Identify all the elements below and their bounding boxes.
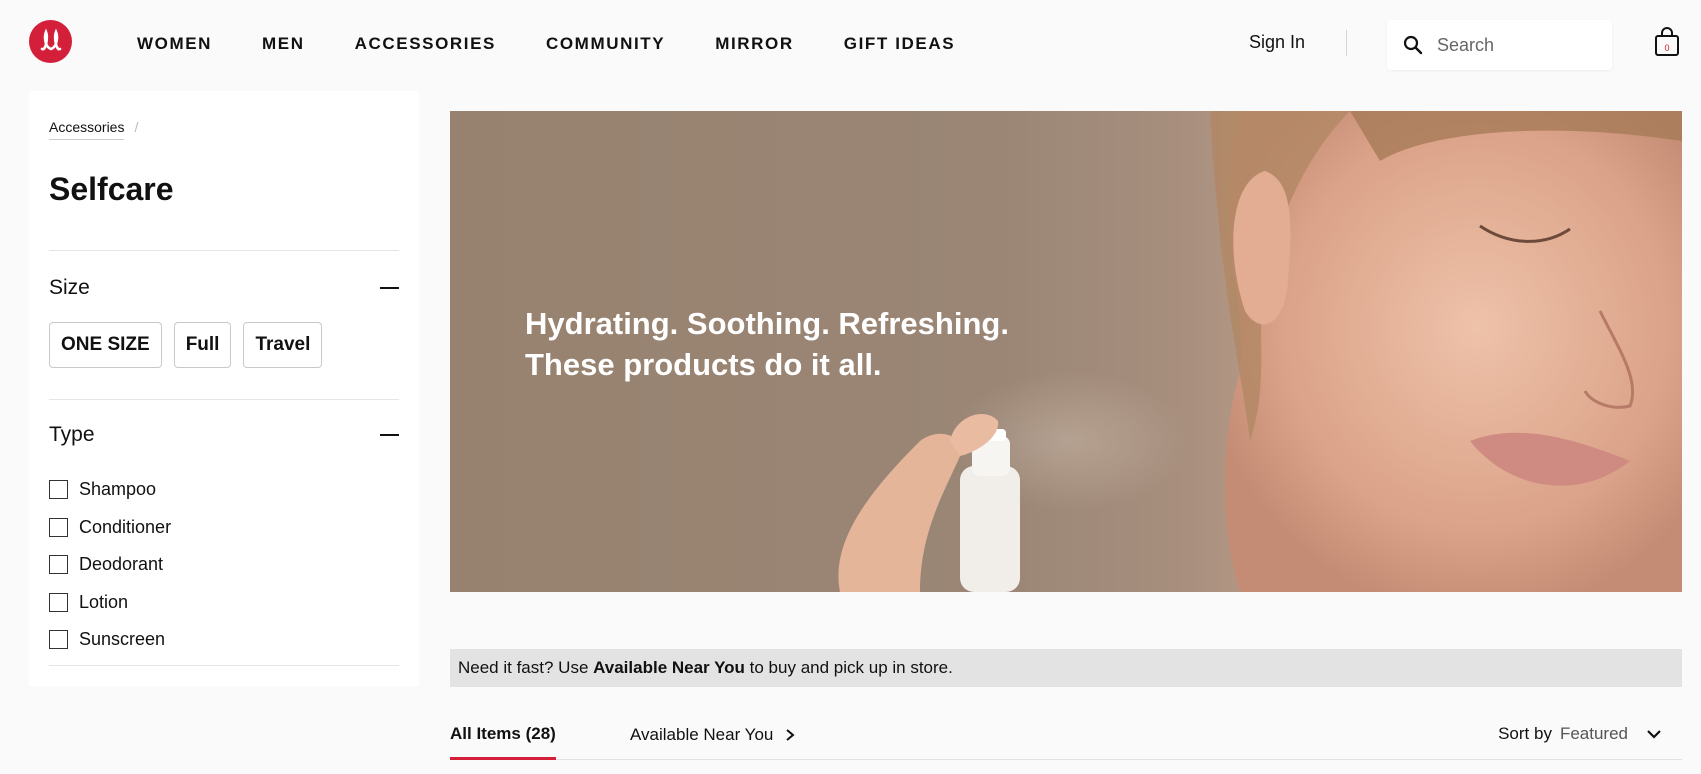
- search-icon: [1403, 35, 1423, 55]
- sort-dropdown[interactable]: Sort by Featured: [1498, 724, 1662, 744]
- sign-in-link[interactable]: Sign In: [1249, 32, 1305, 53]
- header-divider: [1346, 30, 1347, 56]
- type-shampoo-checkbox[interactable]: Shampoo: [49, 471, 171, 509]
- search-box[interactable]: [1387, 20, 1612, 70]
- type-option-label: Lotion: [79, 591, 129, 612]
- type-conditioner-checkbox[interactable]: Conditioner: [49, 509, 171, 547]
- hero-banner: Hydrating. Soothing. Refreshing. These p…: [450, 111, 1682, 592]
- size-travel-button[interactable]: Travel: [243, 322, 323, 368]
- chevron-right-icon: [786, 729, 795, 741]
- checkbox-icon[interactable]: [49, 630, 68, 650]
- site-header: WOMEN MEN ACCESSORIES COMMUNITY MIRROR G…: [0, 0, 1701, 88]
- size-one-size-button[interactable]: ONE SIZE: [49, 322, 162, 368]
- breadcrumb-accessories[interactable]: Accessories: [49, 119, 125, 140]
- type-lotion-checkbox[interactable]: Lotion: [49, 584, 171, 622]
- size-filter-header[interactable]: Size: [49, 276, 399, 300]
- nav-men[interactable]: MEN: [262, 34, 305, 54]
- hero-headline: Hydrating. Soothing. Refreshing. These p…: [525, 303, 1009, 385]
- collapse-minus-icon: [380, 287, 399, 289]
- hero-line-2: These products do it all.: [525, 347, 882, 382]
- nav-mirror[interactable]: MIRROR: [715, 34, 794, 54]
- sort-value: Featured: [1559, 724, 1628, 743]
- page-title: Selfcare: [49, 171, 174, 207]
- filter-sidebar: Accessories / Selfcare Size ONE SIZE Full…: [29, 91, 419, 686]
- type-option-label: Sunscreen: [79, 629, 166, 650]
- checkbox-icon[interactable]: [49, 592, 68, 612]
- notice-prefix: Need it fast? Use: [458, 658, 594, 677]
- shopping-bag-icon[interactable]: 0: [1654, 27, 1680, 57]
- breadcrumb: Accessories /: [49, 119, 139, 140]
- main-nav: WOMEN MEN ACCESSORIES COMMUNITY MIRROR G…: [137, 0, 1005, 88]
- checkbox-icon[interactable]: [49, 480, 68, 500]
- product-tabs: All Items (28) Available Near You Sort b…: [450, 710, 1682, 760]
- tab-available-near-you[interactable]: Available Near You: [630, 725, 797, 745]
- type-option-label: Conditioner: [79, 516, 172, 537]
- divider: [49, 250, 399, 251]
- checkbox-icon[interactable]: [49, 517, 68, 537]
- breadcrumb-separator: /: [134, 119, 139, 135]
- tab-all-items[interactable]: All Items (28): [450, 724, 556, 760]
- search-input[interactable]: [1437, 34, 1587, 56]
- nav-community[interactable]: COMMUNITY: [546, 34, 665, 54]
- collapse-minus-icon: [380, 434, 399, 436]
- type-filter-label: Type: [49, 423, 95, 446]
- divider: [49, 665, 399, 666]
- sort-label: Sort by: [1498, 724, 1552, 743]
- nav-accessories[interactable]: ACCESSORIES: [355, 34, 496, 54]
- divider: [49, 399, 399, 400]
- type-sunscreen-checkbox[interactable]: Sunscreen: [49, 621, 171, 659]
- size-full-button[interactable]: Full: [173, 322, 232, 368]
- bag-count: 0: [1664, 43, 1669, 53]
- hero-line-1: Hydrating. Soothing. Refreshing.: [525, 306, 1009, 341]
- pickup-notice: Need it fast? Use Available Near You to …: [450, 649, 1682, 687]
- size-options: ONE SIZE Full Travel: [49, 322, 334, 368]
- type-filter-header[interactable]: Type: [49, 423, 399, 447]
- size-filter-label: Size: [49, 276, 90, 299]
- type-options: Shampoo Conditioner Deodorant Lotion Sun…: [49, 471, 171, 659]
- type-option-label: Deodorant: [79, 554, 164, 575]
- type-option-label: Shampoo: [79, 479, 157, 500]
- notice-suffix: to buy and pick up in store.: [744, 658, 953, 677]
- tab-near-label: Available Near You: [630, 725, 774, 744]
- chevron-down-icon: [1647, 730, 1661, 739]
- type-deodorant-checkbox[interactable]: Deodorant: [49, 546, 171, 584]
- nav-women[interactable]: WOMEN: [137, 34, 212, 54]
- checkbox-icon[interactable]: [49, 555, 68, 575]
- lululemon-logo-icon[interactable]: [29, 20, 72, 63]
- notice-link[interactable]: Available Near You: [593, 658, 745, 678]
- nav-gift-ideas[interactable]: GIFT IDEAS: [844, 34, 955, 54]
